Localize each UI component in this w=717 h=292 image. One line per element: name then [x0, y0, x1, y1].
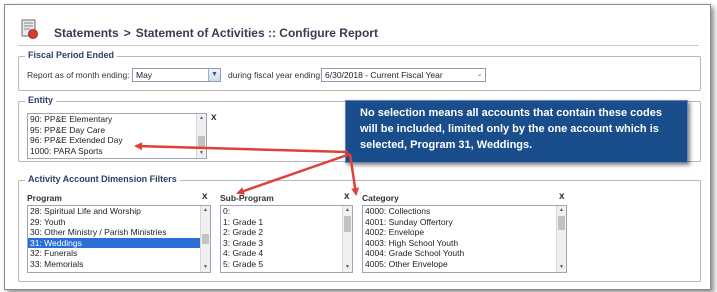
statement-report-icon: [21, 19, 38, 39]
breadcrumb-root[interactable]: Statements: [54, 26, 119, 40]
fiscal-year-select[interactable]: 6/30/2018 - Current Fiscal Year ⌄: [321, 68, 486, 82]
scroll-up-icon[interactable]: ▲: [201, 206, 210, 215]
scroll-down-icon[interactable]: ▼: [201, 263, 210, 272]
list-item[interactable]: 32: Funerals: [28, 248, 210, 259]
program-clear-button[interactable]: x: [202, 192, 208, 202]
list-item[interactable]: 28: Spiritual Life and Worship: [28, 206, 210, 217]
fiscal-year-select-value: 6/30/2018 - Current Fiscal Year: [325, 70, 443, 80]
entity-scrollbar[interactable]: ▲ ▼: [196, 114, 206, 158]
breadcrumb-current: Statement of Activities :: Configure Rep…: [135, 26, 378, 40]
entity-listbox[interactable]: 90: PP&E Elementary 95: PP&E Day Care 96…: [27, 113, 207, 159]
list-item[interactable]: 4002: Envelope: [363, 227, 566, 238]
list-item[interactable]: 33: Memorials: [28, 259, 210, 270]
annotation-callout: No selection means all accounts that con…: [345, 100, 688, 163]
month-select-value: May: [136, 70, 153, 80]
list-item[interactable]: 5: Grade 5: [221, 259, 352, 270]
dimension-filters-legend: Activity Account Dimension Filters: [25, 174, 180, 184]
scrollbar-thumb[interactable]: [344, 216, 351, 232]
category-scrollbar[interactable]: ▲ ▼: [556, 206, 566, 272]
program-scrollbar[interactable]: ▲ ▼: [200, 206, 210, 272]
list-item[interactable]: 4003: High School Youth: [363, 238, 566, 249]
scroll-down-icon[interactable]: ▼: [343, 263, 352, 272]
list-item[interactable]: 4004: Grade School Youth: [363, 248, 566, 259]
header-divider: [18, 45, 699, 46]
entity-legend: Entity: [25, 95, 57, 105]
page-title: Statements > Statement of Activities :: Co…: [54, 26, 378, 40]
scroll-up-icon[interactable]: ▲: [197, 114, 206, 123]
list-item-selected[interactable]: 31: Weddings: [28, 237, 210, 249]
fiscal-year-label: during fiscal year ending:: [228, 70, 323, 80]
scrollbar-thumb[interactable]: [198, 136, 205, 148]
program-header: Program: [27, 193, 62, 203]
scroll-down-icon[interactable]: ▼: [557, 263, 566, 272]
scrollbar-thumb[interactable]: [558, 216, 565, 230]
report-config-panel: Statements > Statement of Activities :: Co…: [4, 4, 711, 290]
category-clear-button[interactable]: x: [559, 192, 565, 202]
fiscal-period-section: Fiscal Period Ended Report as of month e…: [18, 50, 701, 91]
sub-program-listbox[interactable]: 0: 1: Grade 1 2: Grade 2 3: Grade 3 4: G…: [220, 205, 353, 273]
category-listbox[interactable]: 4000: Collections 4001: Sunday Offertory…: [362, 205, 567, 273]
category-header: Category: [362, 193, 399, 203]
program-listbox[interactable]: 28: Spiritual Life and Worship 29: Youth…: [27, 205, 211, 273]
scroll-down-icon[interactable]: ▼: [197, 149, 206, 158]
list-item[interactable]: 4000: Collections: [363, 206, 566, 217]
sub-program-clear-button[interactable]: x: [344, 192, 350, 202]
dimension-filters-section: Activity Account Dimension Filters Progr…: [18, 174, 701, 282]
list-item[interactable]: 3: Grade 3: [221, 238, 352, 249]
list-item[interactable]: 95: PP&E Day Care: [28, 125, 206, 136]
month-label: Report as of month ending:: [27, 70, 130, 80]
scrollbar-thumb[interactable]: [202, 234, 209, 244]
list-item[interactable]: 4: Grade 4: [221, 248, 352, 259]
chevron-down-icon[interactable]: ▼: [208, 69, 220, 81]
sub-program-scrollbar[interactable]: ▲ ▼: [342, 206, 352, 272]
breadcrumb-separator: >: [123, 26, 131, 40]
list-item[interactable]: 1000: PARA Sports: [28, 146, 206, 157]
list-item[interactable]: 90: PP&E Elementary: [28, 114, 206, 125]
entity-clear-button[interactable]: x: [211, 113, 217, 123]
fiscal-period-legend: Fiscal Period Ended: [25, 50, 118, 60]
sub-program-header: Sub-Program: [220, 193, 274, 203]
list-item[interactable]: 29: Youth: [28, 217, 210, 228]
list-item[interactable]: 30: Other Ministry / Parish Ministries: [28, 227, 210, 238]
scroll-up-icon[interactable]: ▲: [557, 206, 566, 215]
list-item[interactable]: 0:: [221, 206, 352, 217]
scroll-up-icon[interactable]: ▲: [343, 206, 352, 215]
list-item[interactable]: 96: PP&E Extended Day: [28, 135, 206, 146]
chevron-down-icon[interactable]: ⌄: [474, 69, 485, 81]
list-item[interactable]: 2: Grade 2: [221, 227, 352, 238]
list-item[interactable]: 1: Grade 1: [221, 217, 352, 228]
list-item[interactable]: 4001: Sunday Offertory: [363, 217, 566, 228]
month-select[interactable]: May ▼: [132, 68, 221, 82]
list-item[interactable]: 4005: Other Envelope: [363, 259, 566, 270]
